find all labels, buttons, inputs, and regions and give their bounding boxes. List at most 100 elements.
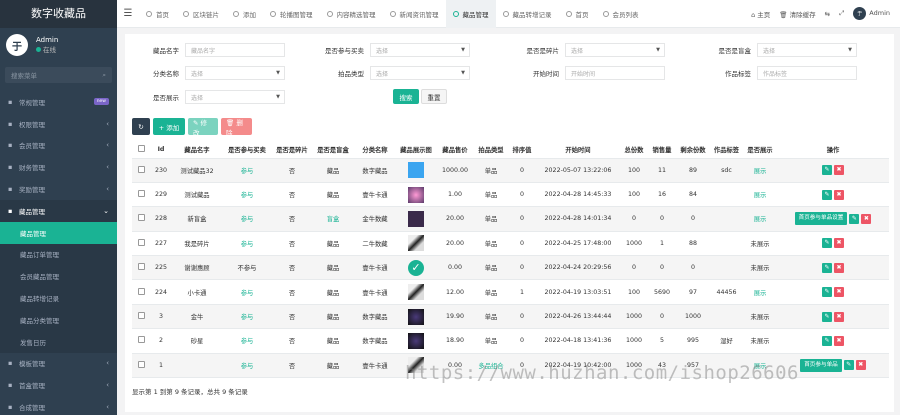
- filter-input[interactable]: 藏品名字: [185, 43, 285, 57]
- cell-show[interactable]: 展示: [743, 279, 777, 305]
- row-checkbox[interactable]: [137, 165, 145, 173]
- filter-select[interactable]: 选择 ▼: [565, 43, 665, 57]
- home-setting-button[interactable]: 首页参与单品设置: [794, 212, 848, 226]
- thumbnail-image[interactable]: [408, 186, 424, 203]
- tab[interactable]: 藏品管理: [445, 0, 496, 28]
- cell-show[interactable]: 未展示: [743, 255, 777, 281]
- cell-trade[interactable]: 参与: [222, 182, 272, 208]
- thumbnail-image[interactable]: [408, 284, 424, 301]
- fullscreen-icon[interactable]: ⤢: [839, 9, 844, 18]
- delete-row-button[interactable]: ✖: [834, 311, 844, 322]
- column-header[interactable]: [132, 141, 150, 159]
- tab[interactable]: 新闻资讯管理: [383, 0, 446, 28]
- edit-row-button[interactable]: ✎: [849, 213, 860, 224]
- filter-select[interactable]: 选择 ▼: [185, 90, 285, 104]
- menu-search-input[interactable]: 搜索菜单 ⌕: [5, 67, 112, 83]
- edit-row-button[interactable]: ✎: [822, 287, 832, 298]
- row-checkbox-cell[interactable]: [132, 255, 150, 281]
- edit-row-button[interactable]: ✎: [822, 311, 832, 322]
- filter-select[interactable]: 选择 ▼: [370, 43, 470, 57]
- filter-select[interactable]: 选择 ▼: [370, 66, 470, 80]
- row-checkbox[interactable]: [137, 287, 145, 295]
- add-button[interactable]: + 添加: [153, 118, 185, 135]
- tab[interactable]: 区块链片: [176, 0, 226, 28]
- menu-toggle-icon[interactable]: ☰: [117, 8, 139, 19]
- cell-trade[interactable]: 参与: [222, 353, 272, 379]
- sidebar-item[interactable]: ▪ 奖励管理 ‹: [0, 178, 117, 200]
- cell-trade[interactable]: 参与: [222, 279, 272, 305]
- cell-show[interactable]: 未展示: [743, 231, 777, 257]
- filter-select[interactable]: 选择 ▼: [185, 66, 285, 80]
- row-checkbox[interactable]: [137, 214, 145, 222]
- row-checkbox[interactable]: [137, 336, 145, 344]
- edit-button[interactable]: ✎ 修改: [188, 118, 218, 137]
- cell-show[interactable]: 未展示: [743, 328, 777, 354]
- edit-row-button[interactable]: ✎: [822, 262, 832, 273]
- sidebar-item[interactable]: ▪ 常规管理 new: [0, 91, 117, 113]
- sidebar-item[interactable]: ▪ 合成管理 ‹: [0, 396, 117, 415]
- tab[interactable]: 首页: [559, 0, 596, 28]
- tab[interactable]: 首页: [139, 0, 176, 28]
- thumbnail-image[interactable]: [408, 332, 424, 349]
- tab[interactable]: 内容精选管理: [320, 0, 383, 28]
- avatar[interactable]: 于: [6, 34, 28, 56]
- delete-row-button[interactable]: ✖: [834, 189, 844, 200]
- thumbnail-image[interactable]: [408, 162, 424, 179]
- filter-input[interactable]: 开始时间: [565, 66, 665, 80]
- thumbnail-image[interactable]: [408, 308, 424, 325]
- delete-row-button[interactable]: ✖: [834, 335, 844, 346]
- delete-row-button[interactable]: ✖: [834, 262, 844, 273]
- delete-button[interactable]: 🗑 删除: [221, 118, 252, 137]
- row-checkbox[interactable]: [137, 263, 145, 271]
- cell-trade[interactable]: 不参与: [222, 255, 272, 281]
- row-checkbox-cell[interactable]: [132, 158, 150, 183]
- row-checkbox-cell[interactable]: [132, 279, 150, 305]
- filter-select[interactable]: 选择 ▼: [757, 43, 857, 57]
- sidebar-item[interactable]: ▪ 财务管理 ‹: [0, 156, 117, 178]
- cell-trade[interactable]: 参与: [222, 158, 272, 183]
- cell-trade[interactable]: 参与: [222, 231, 272, 257]
- row-checkbox-cell[interactable]: [132, 231, 150, 257]
- home-setting-button[interactable]: 首页参与单品: [800, 358, 842, 372]
- sidebar-item[interactable]: 会员藏品管理: [0, 265, 117, 287]
- refresh-icon[interactable]: ⇆: [825, 10, 830, 18]
- cell-show[interactable]: 展示: [743, 182, 777, 208]
- reset-button[interactable]: 重置: [421, 89, 447, 104]
- tab[interactable]: 会员列表: [596, 0, 646, 28]
- sidebar-item[interactable]: ▪ 首盒管理 ‹: [0, 374, 117, 396]
- row-checkbox-cell[interactable]: [132, 182, 150, 208]
- sidebar-item[interactable]: ▪ 模板管理 ‹: [0, 353, 117, 375]
- row-checkbox[interactable]: [137, 190, 145, 198]
- edit-row-button[interactable]: ✎: [822, 189, 832, 200]
- home-link[interactable]: ⌂ 主页: [751, 9, 770, 19]
- sidebar-item[interactable]: 藏品管理: [0, 221, 117, 244]
- search-button[interactable]: 搜索: [393, 89, 419, 104]
- cell-show[interactable]: 展示: [743, 206, 777, 232]
- cell-trade[interactable]: 参与: [222, 206, 272, 232]
- refresh-button[interactable]: ↻: [132, 118, 150, 135]
- tab[interactable]: 藏品转增记录: [496, 0, 559, 28]
- cell-show[interactable]: 展示: [743, 158, 777, 183]
- delete-row-button[interactable]: ✖: [834, 238, 844, 249]
- row-checkbox-cell[interactable]: [132, 206, 150, 232]
- sidebar-item[interactable]: 藏品转增记录: [0, 287, 117, 309]
- select-all-checkbox[interactable]: [137, 144, 145, 152]
- edit-row-button[interactable]: ✎: [822, 238, 832, 249]
- edit-row-button[interactable]: ✎: [822, 165, 832, 176]
- sidebar-item[interactable]: ▪ 会员管理 ‹: [0, 135, 117, 157]
- delete-row-button[interactable]: ✖: [834, 165, 844, 176]
- cell-trade[interactable]: 参与: [222, 304, 272, 330]
- row-checkbox-cell[interactable]: [132, 328, 150, 354]
- delete-row-button[interactable]: ✖: [861, 213, 872, 224]
- sidebar-item[interactable]: 藏品分类管理: [0, 309, 117, 331]
- delete-row-button[interactable]: ✖: [855, 360, 866, 371]
- thumbnail-image[interactable]: ✓: [408, 259, 424, 276]
- tab[interactable]: 轮播图管理: [263, 0, 320, 28]
- row-checkbox-cell[interactable]: [132, 304, 150, 330]
- filter-input[interactable]: 作品标签: [757, 66, 857, 80]
- thumbnail-image[interactable]: [408, 210, 424, 227]
- sidebar-item[interactable]: ▪ 权限管理 ‹: [0, 113, 117, 135]
- delete-row-button[interactable]: ✖: [834, 287, 844, 298]
- row-checkbox-cell[interactable]: [132, 353, 150, 379]
- clear-cache-button[interactable]: 🗑 清除缓存: [779, 9, 815, 19]
